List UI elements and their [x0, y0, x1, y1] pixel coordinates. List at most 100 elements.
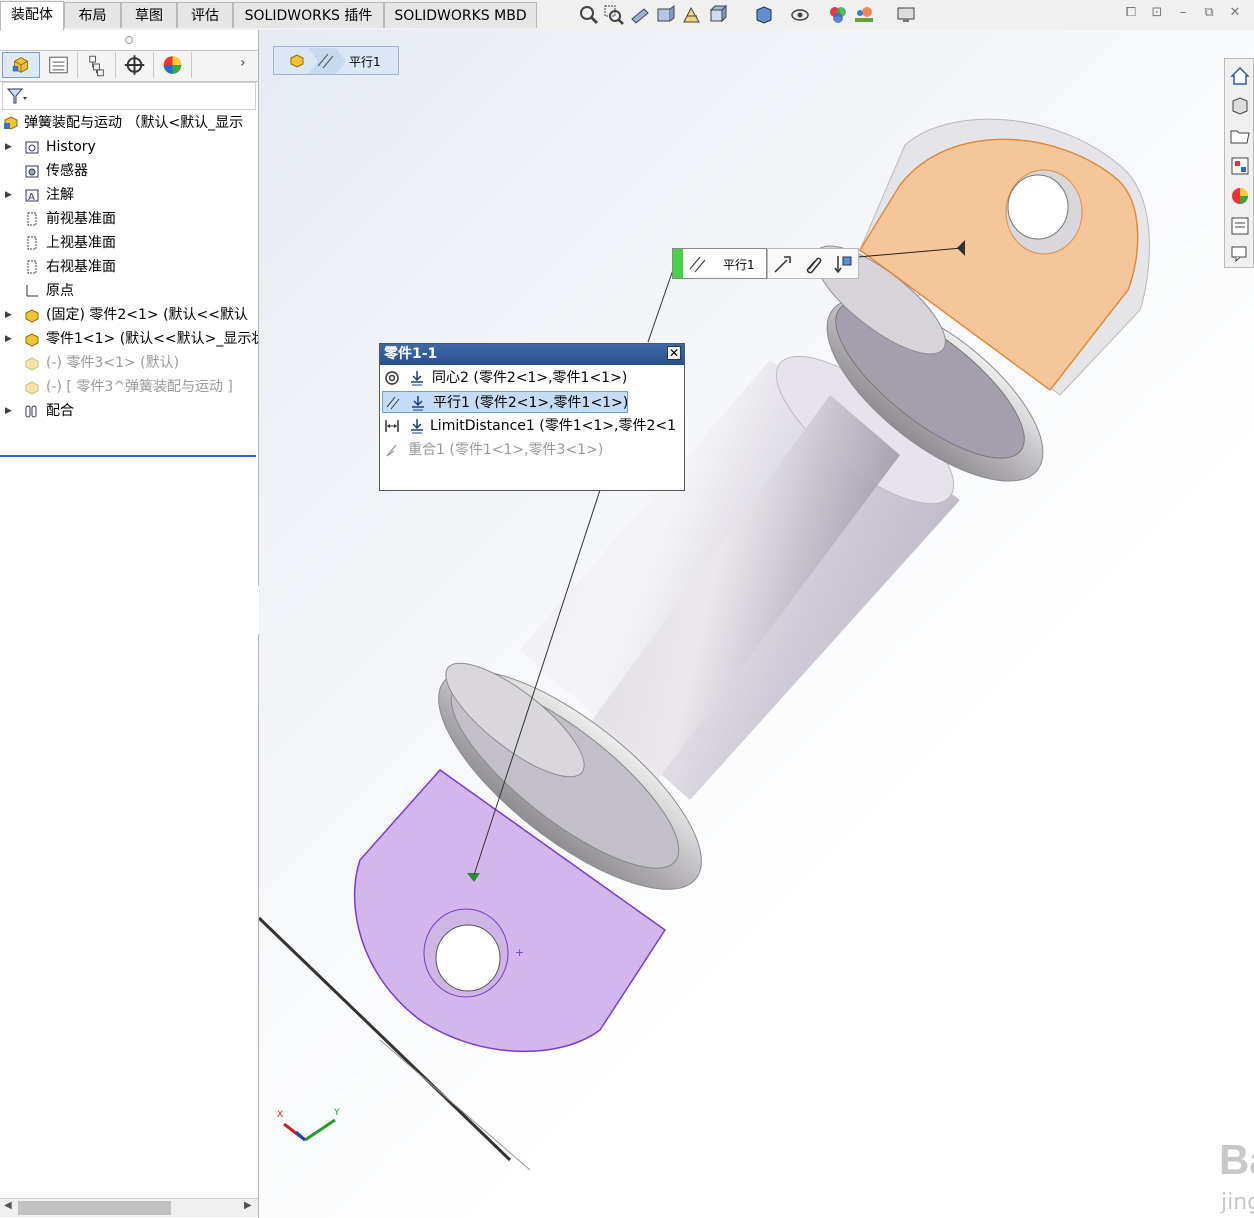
configuration-manager-tab-icon[interactable]: [78, 52, 116, 78]
popup-close-button[interactable]: ✕: [667, 346, 681, 360]
leader-line-flag: [647, 263, 676, 343]
dimxpert-manager-tab-icon[interactable]: [116, 52, 154, 78]
part-icon: [25, 381, 39, 395]
assembly-breadcrumb-icon[interactable]: [288, 52, 306, 70]
mate-list-item-label: 重合1 (零件1<1>,零件3<1>): [408, 442, 604, 458]
zoom-fit-icon[interactable]: [578, 4, 600, 26]
hide-show-icon[interactable]: [789, 4, 811, 26]
mate-context-toolbar: [767, 248, 859, 279]
scroll-right-icon[interactable]: ▶: [244, 1200, 252, 1211]
view-settings-icon[interactable]: [895, 4, 917, 26]
flip-alignment-icon[interactable]: [832, 253, 854, 275]
tree-item[interactable]: (-) [ 零件3^弹簧装配与运动 ]: [0, 376, 258, 398]
expand-arrow-icon[interactable]: ▶: [5, 328, 12, 350]
tree-item[interactable]: (-) 零件3<1> (默认): [0, 352, 258, 374]
watermark: Bai du 经验 jingyan.baidu.com: [1219, 1130, 1254, 1218]
tree-root-label: 弹簧装配与运动 （默认<默认_显示: [24, 115, 244, 131]
file-explorer-icon[interactable]: [1229, 125, 1251, 147]
fixed-anchor-icon: [411, 419, 423, 434]
parallel-breadcrumb-icon[interactable]: [308, 48, 346, 74]
breadcrumb[interactable]: 平行1: [273, 46, 399, 75]
tabs-scroll-right-icon[interactable]: ›: [240, 55, 246, 71]
graphics-area[interactable]: + X Y 平行1 Bai du 经验 jingyan.baidu.com: [259, 30, 1254, 1218]
scene-icon[interactable]: [853, 4, 875, 26]
design-library-icon[interactable]: [1229, 95, 1251, 117]
tab-sketch[interactable]: 草图: [121, 2, 177, 28]
tree-item[interactable]: ▶ (固定) 零件2<1> (默认<<默认: [0, 304, 258, 326]
popup-title-bar[interactable]: 零件1-1 ✕: [380, 344, 684, 365]
previous-view-icon[interactable]: [629, 4, 651, 26]
mates-popup: 零件1-1 ✕ 同心2 (零件2<1>,零件1<1>) 平行1 (零件2<1>,零…: [379, 343, 685, 491]
edit-mate-icon[interactable]: [772, 253, 794, 275]
command-manager-tabs: 装配体 布局 草图 评估 SOLIDWORKS 插件 SOLIDWORKS MB…: [0, 0, 1254, 31]
scroll-left-icon[interactable]: ◀: [4, 1200, 12, 1211]
mate-list-item-label: 平行1 (零件2<1>,零件1<1>): [433, 395, 628, 411]
part-icon: [25, 309, 39, 323]
tree-item[interactable]: 前视基准面: [0, 208, 258, 230]
tree-item[interactable]: ▶ 配合: [0, 400, 258, 422]
upper-hole-inner: [1007, 174, 1069, 240]
paperclip-icon[interactable]: [802, 253, 824, 275]
tree-root-assembly[interactable]: 弹簧装配与运动 （默认<默认_显示: [0, 112, 258, 134]
tab-solidworks-addins[interactable]: SOLIDWORKS 插件: [233, 2, 384, 28]
filter-icon[interactable]: [6, 87, 28, 105]
expand-arrow-icon[interactable]: ▶: [5, 400, 12, 422]
mate-flag-label[interactable]: 平行1: [672, 248, 767, 279]
close-icon[interactable]: ✕: [1228, 6, 1242, 20]
mate-list-item[interactable]: 平行1 (零件2<1>,零件1<1>): [382, 391, 628, 413]
panel-grip-icon[interactable]: [125, 36, 133, 44]
view-orientation-icon[interactable]: [707, 4, 729, 26]
section-view-icon[interactable]: [655, 4, 677, 26]
tree-item[interactable]: 右视基准面: [0, 256, 258, 278]
mate-flag-handle[interactable]: [673, 249, 683, 278]
expand-arrow-icon[interactable]: ▶: [5, 304, 12, 326]
origin-icon: [26, 285, 38, 297]
custom-properties-icon[interactable]: [1229, 215, 1251, 237]
mate-list-item[interactable]: 同心2 (零件2<1>,零件1<1>): [382, 367, 682, 389]
display-style-icon[interactable]: [753, 4, 775, 26]
horizontal-scrollbar[interactable]: ◀ ▶: [0, 1198, 258, 1217]
tree-item[interactable]: ▶ 零件1<1> (默认<<默认>_显示状: [0, 328, 258, 350]
tree-item[interactable]: 上视基准面: [0, 232, 258, 254]
tree-item[interactable]: 传感器: [0, 160, 258, 182]
forum-icon[interactable]: [1229, 243, 1251, 265]
feature-tree-tab-icon[interactable]: [2, 52, 40, 78]
dynamic-annotation-icon[interactable]: [681, 4, 703, 26]
mate-list-item[interactable]: LimitDistance1 (零件1<1>,零件2<1: [382, 415, 682, 437]
breadcrumb-label: 平行1: [349, 55, 381, 69]
restore-pane-icon[interactable]: ⧠: [1124, 6, 1138, 20]
mate-flag-text: 平行1: [723, 258, 755, 272]
assembly-model[interactable]: +: [259, 30, 1254, 1218]
view-palette-icon[interactable]: [1229, 155, 1251, 177]
mate-list-item[interactable]: 重合1 (零件1<1>,零件3<1>): [382, 439, 682, 461]
expand-arrow-icon[interactable]: ▶: [5, 184, 12, 206]
split-pane-icon[interactable]: ⊡: [1150, 6, 1164, 20]
tree-item[interactable]: ▶ A 注解: [0, 184, 258, 206]
tree-item-label: (-) 零件3<1> (默认): [46, 355, 180, 371]
tree-item-label: 前视基准面: [46, 211, 116, 227]
expand-arrow-icon[interactable]: ▶: [5, 136, 12, 158]
maximize-icon[interactable]: ⧉: [1202, 6, 1216, 20]
rollback-bar[interactable]: [0, 455, 256, 457]
appearances-scenes-icon[interactable]: [1229, 185, 1251, 207]
feature-manager-panel: › 弹簧装配与运动 （默认<默认_显示 ▶ History 传感器 ▶ A 注解前视基准面…: [0, 30, 259, 1218]
tab-assembly[interactable]: 装配体: [0, 1, 64, 30]
plane-icon: [27, 260, 37, 274]
tab-layout[interactable]: 布局: [64, 2, 121, 28]
lower-hole-inner: [435, 924, 501, 992]
home-icon[interactable]: [1229, 65, 1251, 87]
tab-solidworks-mbd[interactable]: SOLIDWORKS MBD: [384, 2, 537, 28]
tree-item-label: 右视基准面: [46, 259, 116, 275]
tree-filter-box[interactable]: [2, 82, 256, 110]
property-manager-tab-icon[interactable]: [40, 52, 78, 78]
tree-item[interactable]: ▶ History: [0, 136, 258, 158]
concentric-icon: [385, 371, 399, 385]
tree-item[interactable]: 原点: [0, 280, 258, 302]
appearance-icon[interactable]: [827, 4, 849, 26]
minimize-icon[interactable]: –: [1176, 6, 1190, 20]
zoom-area-icon[interactable]: [603, 4, 625, 26]
watermark-url: jingyan.baidu.com: [1221, 1190, 1254, 1215]
scrollbar-thumb[interactable]: [18, 1201, 171, 1215]
display-manager-tab-icon[interactable]: [154, 52, 192, 78]
tab-evaluate[interactable]: 评估: [177, 2, 233, 28]
